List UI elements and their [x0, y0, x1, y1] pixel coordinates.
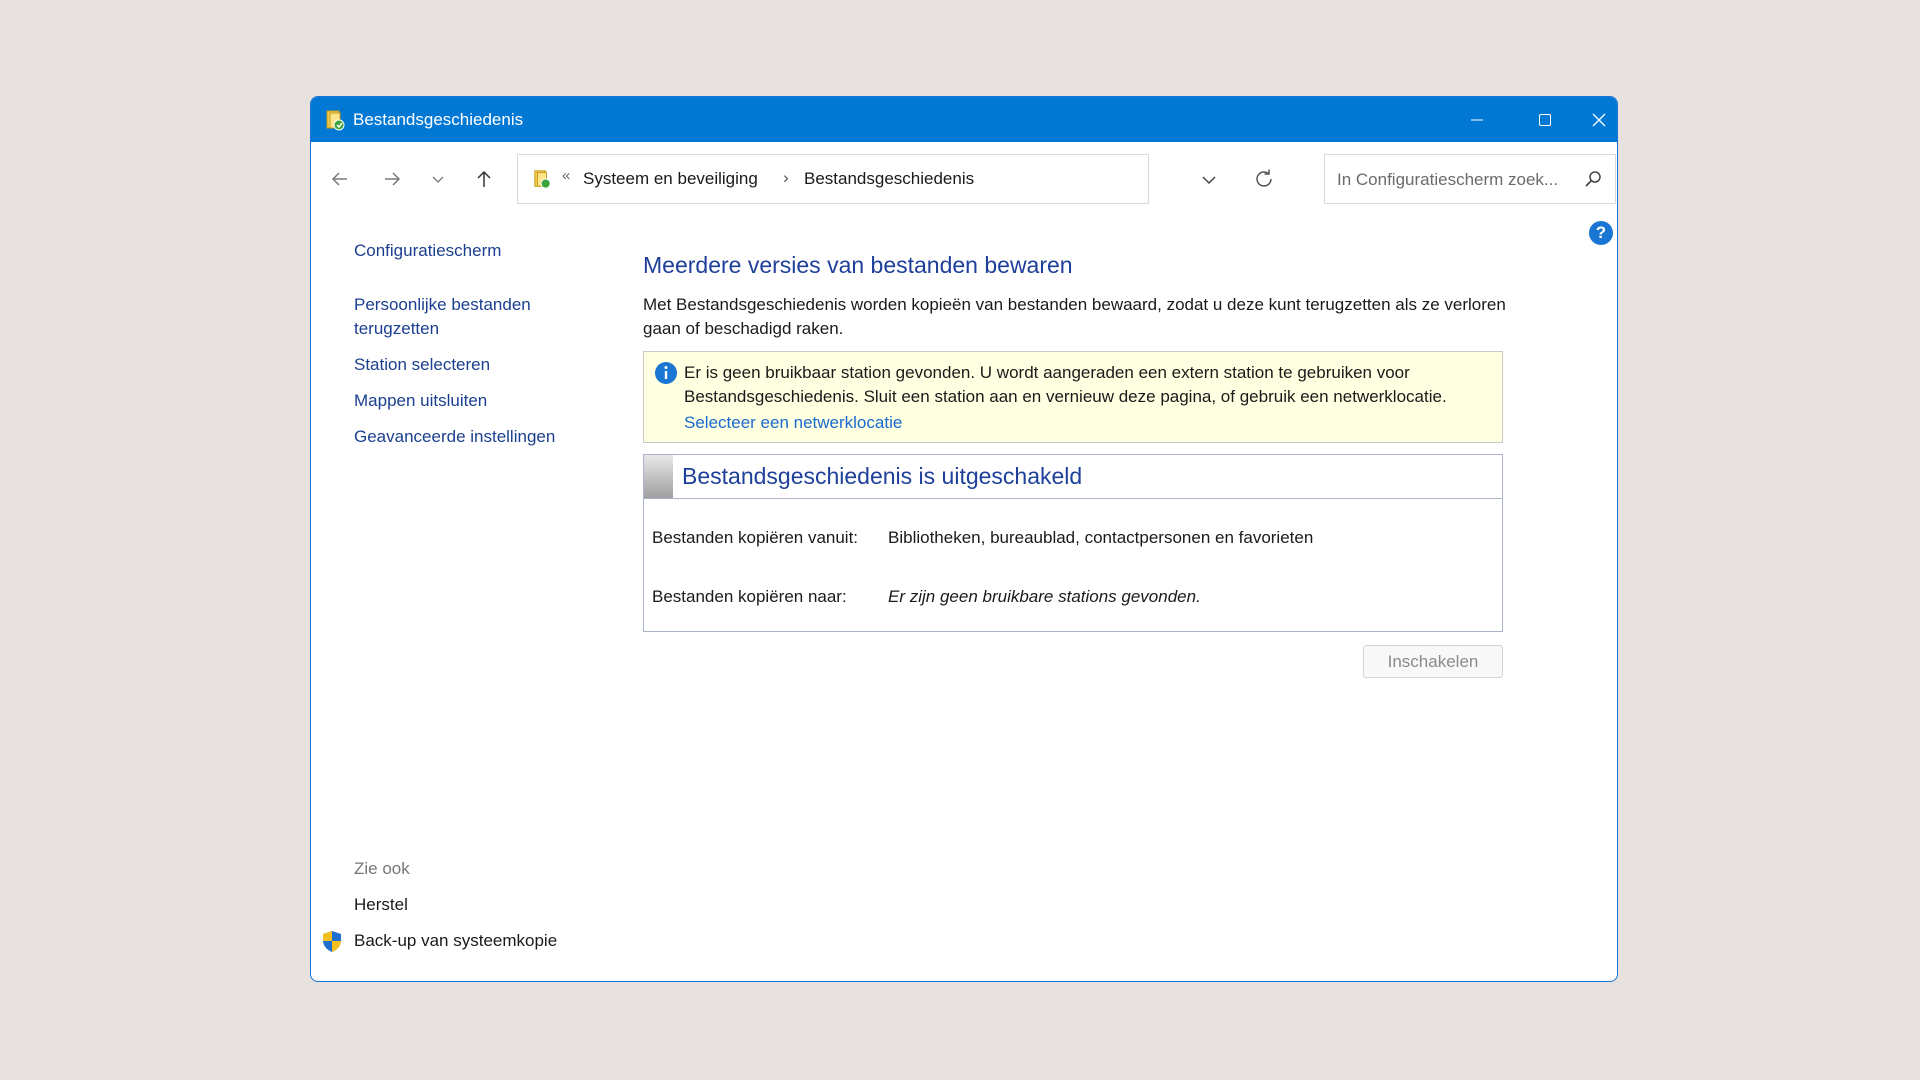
see-also-heading: Zie ook	[354, 859, 410, 878]
chevron-down-icon[interactable]	[1198, 169, 1220, 191]
file-history-icon	[534, 170, 551, 189]
help-button[interactable]: ?	[1589, 221, 1613, 245]
page-description: Met Bestandsgeschiedenis worden kopieën …	[643, 295, 1506, 338]
info-message: Er is geen bruikbaar station gevonden. U…	[684, 363, 1447, 406]
breadcrumb-chevron[interactable]: ›	[783, 168, 789, 188]
status-indicator	[644, 455, 673, 498]
sidebar-item-recovery[interactable]: Herstel	[354, 893, 408, 917]
minimize-button[interactable]	[1443, 97, 1511, 142]
close-button[interactable]	[1579, 97, 1617, 142]
breadcrumb-file-history[interactable]: Bestandsgeschiedenis	[804, 169, 974, 189]
info-banner: Er is geen bruikbaar station gevonden. U…	[643, 351, 1503, 443]
search-input[interactable]	[1335, 165, 1577, 195]
breadcrumb-system-security[interactable]: Systeem en beveiliging	[583, 169, 758, 189]
copy-to-value: Er zijn geen bruikbare stations gevonden…	[888, 587, 1201, 606]
copy-from-value: Bibliotheken, bureaublad, contactpersone…	[888, 528, 1314, 547]
refresh-icon[interactable]	[1252, 167, 1276, 191]
forward-button[interactable]	[375, 162, 409, 196]
maximize-button[interactable]	[1511, 97, 1579, 142]
help-icon: ?	[1595, 223, 1607, 242]
sidebar-item-advanced-settings[interactable]: Geavanceerde instellingen	[354, 425, 555, 449]
up-button[interactable]	[467, 162, 501, 196]
title-bar[interactable]: Bestandsgeschiedenis	[311, 97, 1617, 142]
arrow-right-icon	[385, 172, 401, 186]
breadcrumb-overflow[interactable]: «	[562, 167, 570, 184]
sidebar-item-control-panel-home[interactable]: Configuratiescherm	[354, 239, 501, 263]
maximize-icon	[1539, 113, 1551, 126]
uac-shield-icon	[323, 931, 341, 952]
back-button[interactable]	[323, 162, 357, 196]
select-network-location-link[interactable]: Selecteer een netwerklocatie	[684, 413, 902, 433]
status-header: Bestandsgeschiedenis is uitgeschakeld	[644, 455, 1502, 499]
close-icon	[1592, 113, 1606, 126]
status-panel: Bestandsgeschiedenis is uitgeschakeld Be…	[643, 454, 1503, 632]
sidebar-item-restore-personal-files[interactable]: Persoonlijke bestanden terugzetten	[354, 293, 554, 341]
minimize-icon	[1471, 119, 1483, 120]
search-box[interactable]	[1324, 154, 1616, 204]
page-title: Meerdere versies van bestanden bewaren	[643, 252, 1073, 278]
search-icon[interactable]	[1583, 169, 1603, 189]
recent-locations-button[interactable]	[421, 162, 455, 196]
sidebar-item-system-image-backup[interactable]: Back-up van systeemkopie	[354, 929, 557, 953]
arrow-left-icon	[331, 172, 347, 186]
copy-to-label: Bestanden kopiëren naar:	[652, 587, 847, 606]
window-title: Bestandsgeschiedenis	[353, 110, 524, 129]
info-icon	[655, 362, 677, 384]
file-history-icon	[326, 110, 345, 131]
status-title: Bestandsgeschiedenis is uitgeschakeld	[682, 463, 1083, 489]
sidebar-item-exclude-folders[interactable]: Mappen uitsluiten	[354, 389, 487, 413]
address-bar[interactable]: « Systeem en beveiliging › Bestandsgesch…	[517, 154, 1272, 204]
copy-from-label: Bestanden kopiëren vanuit:	[652, 528, 859, 547]
sidebar-item-select-drive[interactable]: Station selecteren	[354, 353, 490, 377]
file-history-window: Bestandsgeschiedenis « Systeem en beveil…	[310, 96, 1618, 982]
enable-button[interactable]: Inschakelen	[1363, 645, 1503, 678]
chevron-down-icon	[432, 176, 444, 183]
arrow-up-icon	[477, 170, 491, 187]
